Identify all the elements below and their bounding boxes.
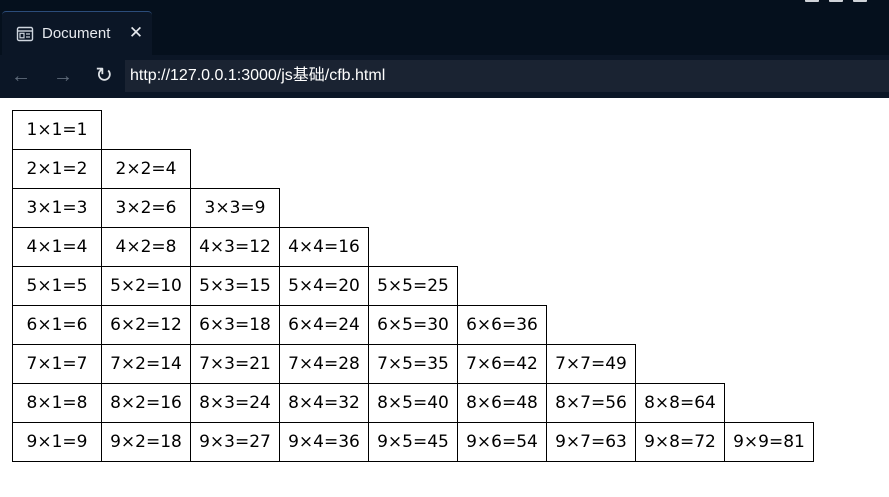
table-cell: 5×5=25 bbox=[368, 266, 458, 306]
table-cell: 8×4=32 bbox=[279, 383, 369, 423]
table-row: 4×1=4 4×2=8 4×3=12 4×4=16 bbox=[12, 227, 814, 267]
window-controls bbox=[799, 0, 889, 4]
table-cell: 2×1=2 bbox=[12, 149, 102, 189]
table-cell: 9×4=36 bbox=[279, 422, 369, 462]
table-row: 9×1=9 9×2=18 9×3=27 9×4=36 9×5=45 9×6=54 9×7=6… bbox=[12, 422, 814, 462]
table-cell: 7×5=35 bbox=[368, 344, 458, 384]
table-row: 2×1=2 2×2=4 bbox=[12, 149, 814, 189]
window-close-icon[interactable] bbox=[853, 0, 867, 2]
address-bar[interactable]: http://127.0.0.1:3000/js基础/cfb.html bbox=[125, 60, 889, 92]
table-cell: 2×2=4 bbox=[101, 149, 191, 189]
table-cell: 5×4=20 bbox=[279, 266, 369, 306]
table-row: 6×1=6 6×2=12 6×3=18 6×4=24 6×5=30 6×6=36 bbox=[12, 305, 814, 345]
table-cell: 6×2=12 bbox=[101, 305, 191, 345]
table-cell: 5×2=10 bbox=[101, 266, 191, 306]
table-cell: 6×6=36 bbox=[457, 305, 547, 345]
table-cell: 9×6=54 bbox=[457, 422, 547, 462]
table-cell: 8×6=48 bbox=[457, 383, 547, 423]
maximize-icon[interactable] bbox=[829, 0, 843, 2]
table-cell: 9×7=63 bbox=[546, 422, 636, 462]
table-cell: 7×4=28 bbox=[279, 344, 369, 384]
table-cell: 4×1=4 bbox=[12, 227, 102, 267]
table-row: 8×1=8 8×2=16 8×3=24 8×4=32 8×5=40 8×6=48 8×7=5… bbox=[12, 383, 814, 423]
table-cell: 6×3=18 bbox=[190, 305, 280, 345]
table-row: 3×1=3 3×2=6 3×3=9 bbox=[12, 188, 814, 228]
tab-document[interactable]: Document ✕ bbox=[2, 11, 152, 55]
forward-arrow-icon[interactable]: → bbox=[51, 64, 75, 88]
table-cell: 4×4=16 bbox=[279, 227, 369, 267]
table-cell: 9×2=18 bbox=[101, 422, 191, 462]
minimize-icon[interactable] bbox=[805, 0, 819, 2]
table-cell: 4×3=12 bbox=[190, 227, 280, 267]
table-cell: 9×5=45 bbox=[368, 422, 458, 462]
table-cell: 9×3=27 bbox=[190, 422, 280, 462]
table-cell: 8×7=56 bbox=[546, 383, 636, 423]
table-row: 1×1=1 bbox=[12, 110, 814, 150]
navigation-toolbar: ← → ↻ http://127.0.0.1:3000/js基础/cfb.htm… bbox=[0, 55, 889, 98]
table-cell: 3×2=6 bbox=[101, 188, 191, 228]
table-cell: 6×4=24 bbox=[279, 305, 369, 345]
table-cell: 7×1=7 bbox=[12, 344, 102, 384]
address-url[interactable]: http://127.0.0.1:3000/js基础/cfb.html bbox=[130, 67, 385, 85]
table-cell: 6×5=30 bbox=[368, 305, 458, 345]
table-row: 7×1=7 7×2=14 7×3=21 7×4=28 7×5=35 7×6=42 7×7=4… bbox=[12, 344, 814, 384]
table-cell: 8×5=40 bbox=[368, 383, 458, 423]
multiplication-table: 1×1=1 2×1=2 2×2=4 3×1=3 3×2=6 3×3=9 4×1=4 4×2=8… bbox=[12, 110, 814, 462]
reload-icon[interactable]: ↻ bbox=[92, 64, 116, 88]
close-icon[interactable]: ✕ bbox=[127, 24, 145, 42]
table-cell: 1×1=1 bbox=[12, 110, 102, 150]
table-row: 5×1=5 5×2=10 5×3=15 5×4=20 5×5=25 bbox=[12, 266, 814, 306]
page-icon bbox=[16, 25, 34, 43]
multiplication-table-body: 1×1=1 2×1=2 2×2=4 3×1=3 3×2=6 3×3=9 4×1=4 4×2=8… bbox=[12, 110, 814, 462]
table-cell: 7×3=21 bbox=[190, 344, 280, 384]
table-cell: 3×3=9 bbox=[190, 188, 280, 228]
table-cell: 8×3=24 bbox=[190, 383, 280, 423]
table-cell: 3×1=3 bbox=[12, 188, 102, 228]
table-cell: 9×9=81 bbox=[724, 422, 814, 462]
table-cell: 8×1=8 bbox=[12, 383, 102, 423]
table-cell: 8×8=64 bbox=[635, 383, 725, 423]
table-cell: 8×2=16 bbox=[101, 383, 191, 423]
table-cell: 6×1=6 bbox=[12, 305, 102, 345]
table-cell: 5×1=5 bbox=[12, 266, 102, 306]
tab-strip: Document ✕ bbox=[0, 0, 889, 55]
browser-chrome: Document ✕ ← → ↻ http://127.0.0.1:3000/j… bbox=[0, 0, 889, 98]
table-cell: 5×3=15 bbox=[190, 266, 280, 306]
back-arrow-icon[interactable]: ← bbox=[9, 64, 33, 88]
table-cell: 7×6=42 bbox=[457, 344, 547, 384]
table-cell: 9×8=72 bbox=[635, 422, 725, 462]
tab-title: Document bbox=[42, 25, 111, 42]
page-viewport: 1×1=1 2×1=2 2×2=4 3×1=3 3×2=6 3×3=9 4×1=4 4×2=8… bbox=[0, 98, 889, 497]
table-cell: 7×7=49 bbox=[546, 344, 636, 384]
table-cell: 4×2=8 bbox=[101, 227, 191, 267]
table-cell: 7×2=14 bbox=[101, 344, 191, 384]
table-cell: 9×1=9 bbox=[12, 422, 102, 462]
